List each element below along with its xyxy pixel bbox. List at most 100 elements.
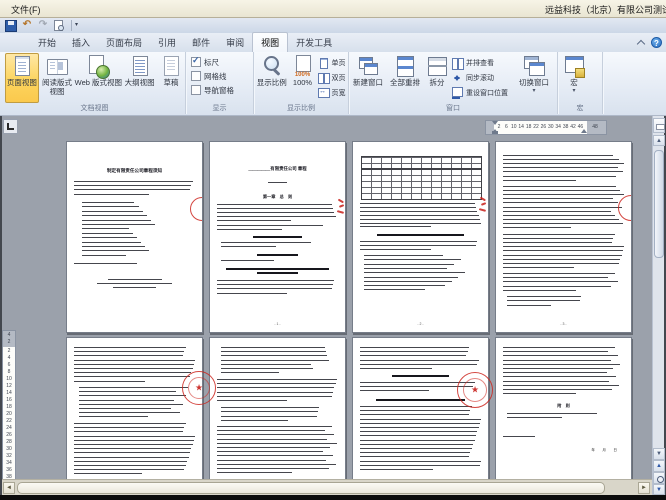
document-page-2[interactable]: ＿＿＿＿＿有限责任公司 章程 第一章 总 则 - 1 - [209, 141, 346, 333]
draft-view-button[interactable]: 草稿 [158, 53, 184, 103]
text-line [73, 435, 196, 437]
text-line [73, 181, 193, 182]
text-line [216, 430, 325, 432]
vertical-scrollbar[interactable]: ▲ ▼ ▲ ▼ [652, 116, 665, 495]
web-layout-view-button[interactable]: Web 版式视图 [75, 53, 122, 103]
select-browse-object-button[interactable] [653, 472, 665, 484]
tab-插入[interactable]: 插入 [64, 33, 98, 52]
text-line [502, 159, 619, 161]
ruler-number: 18 [6, 404, 12, 410]
save-icon[interactable] [4, 19, 18, 32]
view-side-by-side-button[interactable]: 并排查看 [451, 55, 517, 70]
ruler-checkbox[interactable]: ✓ 标尺 [191, 55, 234, 69]
split-button[interactable]: 拆分 [424, 53, 450, 103]
redo-icon[interactable]: ↷ [36, 19, 50, 32]
switch-windows-button[interactable]: 切换窗口 ▾ [517, 53, 551, 103]
text-line [216, 391, 333, 393]
page-width-button[interactable]: 页宽 [317, 85, 349, 100]
tab-邮件[interactable]: 邮件 [184, 33, 218, 52]
vertical-ruler[interactable]: 4 2 2 4 6 8 10 12 14 16 18 20 22 24 26 28 30 32 34 36 38 [2, 330, 16, 479]
document-page-7[interactable] [352, 337, 489, 479]
text-line [73, 460, 188, 462]
file-menu[interactable]: 文件(F) [6, 2, 46, 17]
horizontal-scroll-thumb[interactable] [17, 482, 605, 494]
text-line [359, 435, 476, 437]
text-line [216, 434, 335, 436]
macros-button[interactable]: 宏 ▾ [559, 53, 589, 103]
tab-页面布局[interactable]: 页面布局 [98, 33, 150, 52]
page-title: 制定有限责任公司章程须知 [106, 168, 163, 173]
bold-heading-line [392, 375, 449, 377]
help-icon[interactable]: ? [651, 37, 662, 48]
text-line [502, 380, 610, 382]
text-line [216, 225, 324, 226]
document-page-4[interactable]: - 3 - [495, 141, 632, 333]
scroll-right-icon[interactable]: ► [638, 482, 650, 494]
text-line [73, 185, 192, 187]
outline-view-button[interactable]: 大纲视图 [122, 53, 157, 103]
button-label: 全部重排 [390, 78, 420, 87]
document-page-5[interactable] [66, 337, 203, 479]
two-pages-button[interactable]: 双页 [317, 70, 349, 85]
vertical-scroll-thumb[interactable] [654, 150, 664, 258]
document-page-8[interactable]: 附 则年 月 日 [495, 337, 632, 479]
checkbox-label: 网格线 [204, 71, 227, 81]
text-line [502, 190, 621, 192]
horizontal-ruler[interactable]: 2 6 10 14 18 22 26 30 34 38 42 46 48 [485, 120, 607, 135]
text-line [502, 262, 619, 264]
zoom-button[interactable]: 显示比例 [255, 53, 289, 103]
tab-开发工具[interactable]: 开发工具 [288, 33, 340, 52]
scroll-left-icon[interactable]: ◄ [3, 482, 15, 494]
text-line [216, 280, 335, 281]
collapse-ribbon-icon[interactable] [636, 39, 646, 47]
text-line [216, 472, 293, 474]
quick-access-toolbar: ↶ ↷ ▾ [0, 18, 666, 33]
full-screen-reading-button[interactable]: 阅读版式 视图 [40, 53, 75, 103]
text-line [359, 203, 475, 204]
right-indent-marker[interactable] [581, 126, 587, 133]
qat-more-icon[interactable]: ▾ [75, 19, 78, 32]
synchronous-scrolling-button[interactable]: 同步滚动 [451, 70, 517, 85]
print-layout-icon [9, 54, 35, 79]
undo-icon[interactable]: ↶ [20, 19, 34, 32]
new-window-button[interactable]: 新建窗口 [350, 53, 386, 103]
text-line [216, 459, 327, 461]
text-line [216, 288, 332, 290]
ruler-toggle-button[interactable] [653, 118, 665, 133]
tab-stop-selector[interactable] [3, 119, 18, 134]
print-layout-view-button[interactable]: 页面视图 [5, 53, 39, 103]
next-page-button[interactable]: ▼ [653, 484, 665, 495]
text-line [220, 242, 312, 243]
text-line [359, 439, 475, 441]
text-line [363, 285, 445, 287]
button-label: 视图 [49, 86, 65, 96]
left-indent-marker[interactable] [492, 131, 498, 134]
tab-视图[interactable]: 视图 [252, 32, 289, 52]
document-page-6[interactable] [209, 337, 346, 479]
reset-window-position-button[interactable]: 重设窗口位置 [451, 85, 517, 100]
document-page-1[interactable]: 制定有限责任公司章程须知 [66, 141, 203, 333]
tab-开始[interactable]: 开始 [30, 33, 64, 52]
navigation-pane-checkbox[interactable]: 导航窗格 [191, 83, 234, 97]
arrange-all-button[interactable]: 全部重排 [387, 53, 423, 103]
scroll-down-icon[interactable]: ▼ [653, 448, 665, 460]
bold-heading-line [257, 272, 298, 275]
print-preview-icon[interactable] [52, 19, 66, 32]
one-page-button[interactable]: 单页 [317, 55, 349, 70]
button-label: 双页 [331, 74, 346, 82]
text-line [81, 237, 138, 239]
text-line [220, 368, 313, 369]
previous-page-button[interactable]: ▲ [653, 460, 665, 472]
button-label: 单页 [331, 59, 346, 67]
text-line [216, 379, 337, 380]
scroll-up-icon[interactable]: ▲ [653, 135, 665, 146]
text-line [359, 448, 472, 449]
horizontal-scrollbar[interactable]: ◄ ► [2, 479, 652, 496]
document-page-3[interactable]: - 2 - [352, 141, 489, 333]
tab-引用[interactable]: 引用 [150, 33, 184, 52]
tab-审阅[interactable]: 审阅 [218, 33, 252, 52]
text-line [502, 206, 622, 208]
text-line [220, 260, 275, 261]
gridlines-checkbox[interactable]: 网格线 [191, 69, 234, 83]
zoom-100-button[interactable]: 100% [290, 53, 316, 103]
